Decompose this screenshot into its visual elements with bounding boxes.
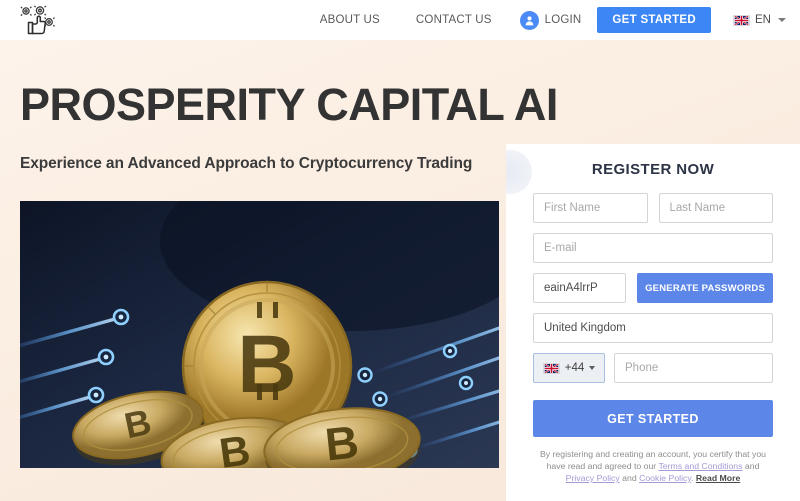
decorative-circle (506, 150, 532, 194)
chevron-down-icon (589, 366, 596, 370)
phone-input[interactable] (614, 353, 773, 383)
dial-code-label: +44 (564, 362, 585, 374)
disclaimer-text: By registering and creating an account, … (533, 448, 773, 484)
form-body: GENERATE PASSWORDS +44 GET STARTED By (506, 193, 800, 484)
terms-and-conditions-link[interactable]: Terms and Conditions (658, 461, 742, 471)
last-name-input[interactable] (658, 193, 773, 223)
generate-passwords-button[interactable]: GENERATE PASSWORDS (637, 273, 773, 303)
login-button[interactable]: LOGIN (510, 10, 598, 30)
nav-contact-us[interactable]: CONTACT US (398, 14, 510, 26)
page-subtitle: Experience an Advanced Approach to Crypt… (20, 155, 473, 172)
site-header: ABOUT US CONTACT US LOGIN GET STARTED EN (0, 0, 800, 40)
phone-row: +44 (533, 353, 773, 383)
user-avatar-icon (519, 10, 539, 30)
first-name-input[interactable] (533, 193, 648, 223)
get-started-nav-button[interactable]: GET STARTED (597, 7, 712, 33)
hero-bitcoin-image: B B B B (20, 201, 499, 468)
password-row: GENERATE PASSWORDS (533, 273, 773, 303)
logo-icon (20, 5, 55, 35)
email-row (533, 233, 773, 263)
cookie-policy-link[interactable]: Cookie Policy (639, 473, 691, 483)
uk-flag-icon (733, 14, 751, 26)
svg-text:B: B (323, 415, 361, 468)
country-input[interactable] (533, 313, 773, 343)
nav-about-us[interactable]: ABOUT US (302, 14, 398, 26)
language-code: EN (755, 14, 771, 26)
main-nav: ABOUT US CONTACT US LOGIN GET STARTED EN (302, 7, 786, 33)
chevron-down-icon (778, 18, 786, 22)
email-input[interactable] (533, 233, 773, 263)
language-selector[interactable]: EN (733, 14, 786, 26)
disclaimer-part3: and (619, 473, 640, 483)
form-title: REGISTER NOW (591, 161, 715, 178)
password-input[interactable] (533, 273, 627, 303)
registration-panel: REGISTER NOW GENERATE PASSWORDS (506, 144, 800, 501)
country-row (533, 313, 773, 343)
svg-text:B: B (237, 319, 296, 410)
read-more-link[interactable]: Read More (696, 473, 740, 483)
thumbs-up-gears-logo[interactable] (16, 5, 60, 35)
login-label: LOGIN (544, 14, 582, 26)
privacy-policy-link[interactable]: Privacy Policy (566, 473, 620, 483)
bitcoin-circuit-illustration: B B B B (20, 201, 499, 468)
disclaimer-part2: and (742, 461, 760, 471)
uk-flag-icon (542, 362, 560, 374)
dial-code-selector[interactable]: +44 (533, 353, 605, 383)
get-started-submit-button[interactable]: GET STARTED (533, 400, 773, 437)
page-title: PROSPERITY CAPITAL AI (20, 79, 558, 130)
name-row (533, 193, 773, 223)
